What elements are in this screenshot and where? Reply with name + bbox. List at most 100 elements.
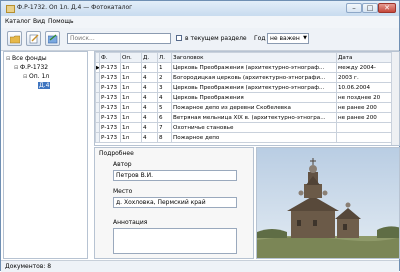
- cell-sheet: 7: [157, 122, 172, 133]
- cell-fund: Р-173: [99, 132, 121, 143]
- tree-node-inventory[interactable]: ⊟ Оп. 1л: [23, 73, 49, 80]
- cell-title: Ветряная мельница XIX в. (архитектурно-э…: [171, 112, 337, 123]
- cell-file: 4: [141, 82, 158, 93]
- cell-file: 4: [141, 122, 158, 133]
- cell-sheet: 2: [157, 72, 172, 83]
- menu-help[interactable]: Помощь: [48, 18, 74, 25]
- year-select-value: не важен: [270, 35, 300, 42]
- chevron-down-icon: ▼: [303, 35, 307, 41]
- search-input[interactable]: [67, 33, 171, 44]
- photo-preview: [256, 147, 400, 259]
- column-header-fund[interactable]: Ф.: [99, 52, 121, 63]
- table-row[interactable]: Р-173 1л 4 5 Пожарное депо из деревни Скобел…: [95, 102, 395, 113]
- archive-tree[interactable]: ⊟ Все фонды ⊟ Ф.Р-1732 ⊟ Оп. 1л Д.4: [3, 51, 88, 259]
- tree-node-file[interactable]: Д.4: [38, 82, 51, 89]
- details-title: Подробнее: [99, 150, 134, 157]
- cell-fund: Р-173: [99, 82, 121, 93]
- cell-inventory: 1л: [120, 102, 142, 113]
- table-row[interactable]: Р-173 1л 4 4 Церковь Преображения не позднее …: [95, 92, 395, 103]
- cell-inventory: 1л: [120, 112, 142, 123]
- cell-inventory: 1л: [120, 72, 142, 83]
- cell-sheet: 6: [157, 112, 172, 123]
- cell-date: [336, 132, 395, 143]
- in-section-label: в текущем разделе: [185, 35, 247, 42]
- place-field[interactable]: д. Хохловка, Пермский край: [113, 197, 237, 208]
- column-header-file[interactable]: Д.: [141, 52, 158, 63]
- column-header-sheet[interactable]: Л.: [157, 52, 172, 63]
- app-window: Ф.Р-1732. Оп 1л. Д.4 — Фотокаталог – □ ✕…: [0, 0, 400, 272]
- edit-icon: [29, 34, 39, 44]
- cell-date: не ранее 200: [336, 112, 395, 123]
- cell-inventory: 1л: [120, 122, 142, 133]
- cell-fund: Р-173: [99, 92, 121, 103]
- table-header: Ф. Оп. Д. Л. Заголовок Дата: [95, 52, 395, 63]
- tree-node-root[interactable]: ⊟ Все фонды: [6, 55, 47, 62]
- toolbar: в текущем разделе Год не важен ▼: [1, 28, 399, 51]
- year-select[interactable]: не важен ▼: [267, 33, 309, 44]
- cell-fund: Р-173: [99, 112, 121, 123]
- cell-title: Пожарное депо из деревни Скобелевка: [171, 102, 337, 113]
- maximize-button[interactable]: □: [362, 3, 378, 13]
- table-row[interactable]: Р-173 1л 4 7 Охотничье становье: [95, 122, 395, 133]
- year-label: Год: [254, 35, 266, 42]
- export-button[interactable]: [45, 31, 60, 46]
- menu-catalog[interactable]: Каталог: [5, 18, 31, 25]
- author-label: Автор: [113, 161, 132, 168]
- folder-icon: [10, 35, 20, 44]
- cell-date: между 2004-: [336, 62, 395, 73]
- tree-node-fund[interactable]: ⊟ Ф.Р-1732: [14, 64, 48, 71]
- cell-date: 10.06.2004: [336, 82, 395, 93]
- minimize-button[interactable]: –: [346, 3, 362, 13]
- church-photo: [257, 148, 399, 258]
- column-header-title[interactable]: Заголовок: [171, 52, 337, 63]
- cell-inventory: 1л: [120, 132, 142, 143]
- cell-sheet: 3: [157, 82, 172, 93]
- cell-sheet: 5: [157, 102, 172, 113]
- cell-sheet: 8: [157, 132, 172, 143]
- cell-file: 4: [141, 72, 158, 83]
- cell-file: 4: [141, 92, 158, 103]
- cell-date: не ранее 200: [336, 102, 395, 113]
- records-table: Ф. Оп. Д. Л. Заголовок Дата ▶ Р-173 1л 4 1 Це…: [94, 51, 400, 146]
- close-button[interactable]: ✕: [378, 3, 396, 13]
- table-row[interactable]: ▶ Р-173 1л 4 1 Церковь Преображения (архитект…: [95, 62, 395, 73]
- menu-view[interactable]: Вид: [33, 18, 45, 25]
- cell-fund: Р-173: [99, 72, 121, 83]
- cell-title: Богородицкая церковь (архитектурно-этног…: [171, 72, 337, 83]
- window-title: Ф.Р-1732. Оп 1л. Д.4 — Фотокаталог: [17, 4, 133, 11]
- title-bar: Ф.Р-1732. Оп 1л. Д.4 — Фотокаталог – □ ✕: [1, 1, 399, 17]
- cell-file: 4: [141, 132, 158, 143]
- table-row[interactable]: Р-173 1л 4 6 Ветряная мельница XIX в. (архит…: [95, 112, 395, 123]
- cell-fund: Р-173: [99, 122, 121, 133]
- cell-sheet: 4: [157, 92, 172, 103]
- table-row[interactable]: Р-173 1л 4 2 Богородицкая церковь (архитекту…: [95, 72, 395, 83]
- cell-file: 4: [141, 112, 158, 123]
- table-scrollbar[interactable]: [391, 52, 399, 145]
- annotation-label: Аннотация: [113, 219, 148, 226]
- cell-date: [336, 122, 395, 133]
- open-button[interactable]: [7, 31, 22, 46]
- column-header-inventory[interactable]: Оп.: [120, 52, 142, 63]
- cell-title: Пожарное депо: [171, 132, 337, 143]
- menu-bar: Каталог Вид Помощь: [1, 16, 399, 28]
- cell-file: 4: [141, 62, 158, 73]
- export-icon: [48, 34, 58, 44]
- author-field[interactable]: Петров В.И.: [113, 170, 237, 181]
- place-label: Место: [113, 188, 133, 195]
- edit-button[interactable]: [26, 31, 41, 46]
- annotation-field[interactable]: [113, 228, 237, 254]
- cell-title: Церковь Преображения (архитектурно-этног…: [171, 82, 337, 93]
- cell-file: 4: [141, 102, 158, 113]
- in-section-checkbox[interactable]: [176, 35, 182, 41]
- table-row[interactable]: Р-173 1л 4 3 Церковь Преображения (архитекту…: [95, 82, 395, 93]
- column-header-date[interactable]: Дата: [336, 52, 395, 63]
- cell-fund: Р-173: [99, 102, 121, 113]
- cell-title: Церковь Преображения (архитектурно-этног…: [171, 62, 337, 73]
- cell-title: Церковь Преображения: [171, 92, 337, 103]
- cell-sheet: 1: [157, 62, 172, 73]
- cell-date: не позднее 20: [336, 92, 395, 103]
- table-row[interactable]: Р-173 1л 4 8 Пожарное депо: [95, 132, 395, 143]
- cell-inventory: 1л: [120, 92, 142, 103]
- cell-date: 2003 г.: [336, 72, 395, 83]
- cell-inventory: 1л: [120, 82, 142, 93]
